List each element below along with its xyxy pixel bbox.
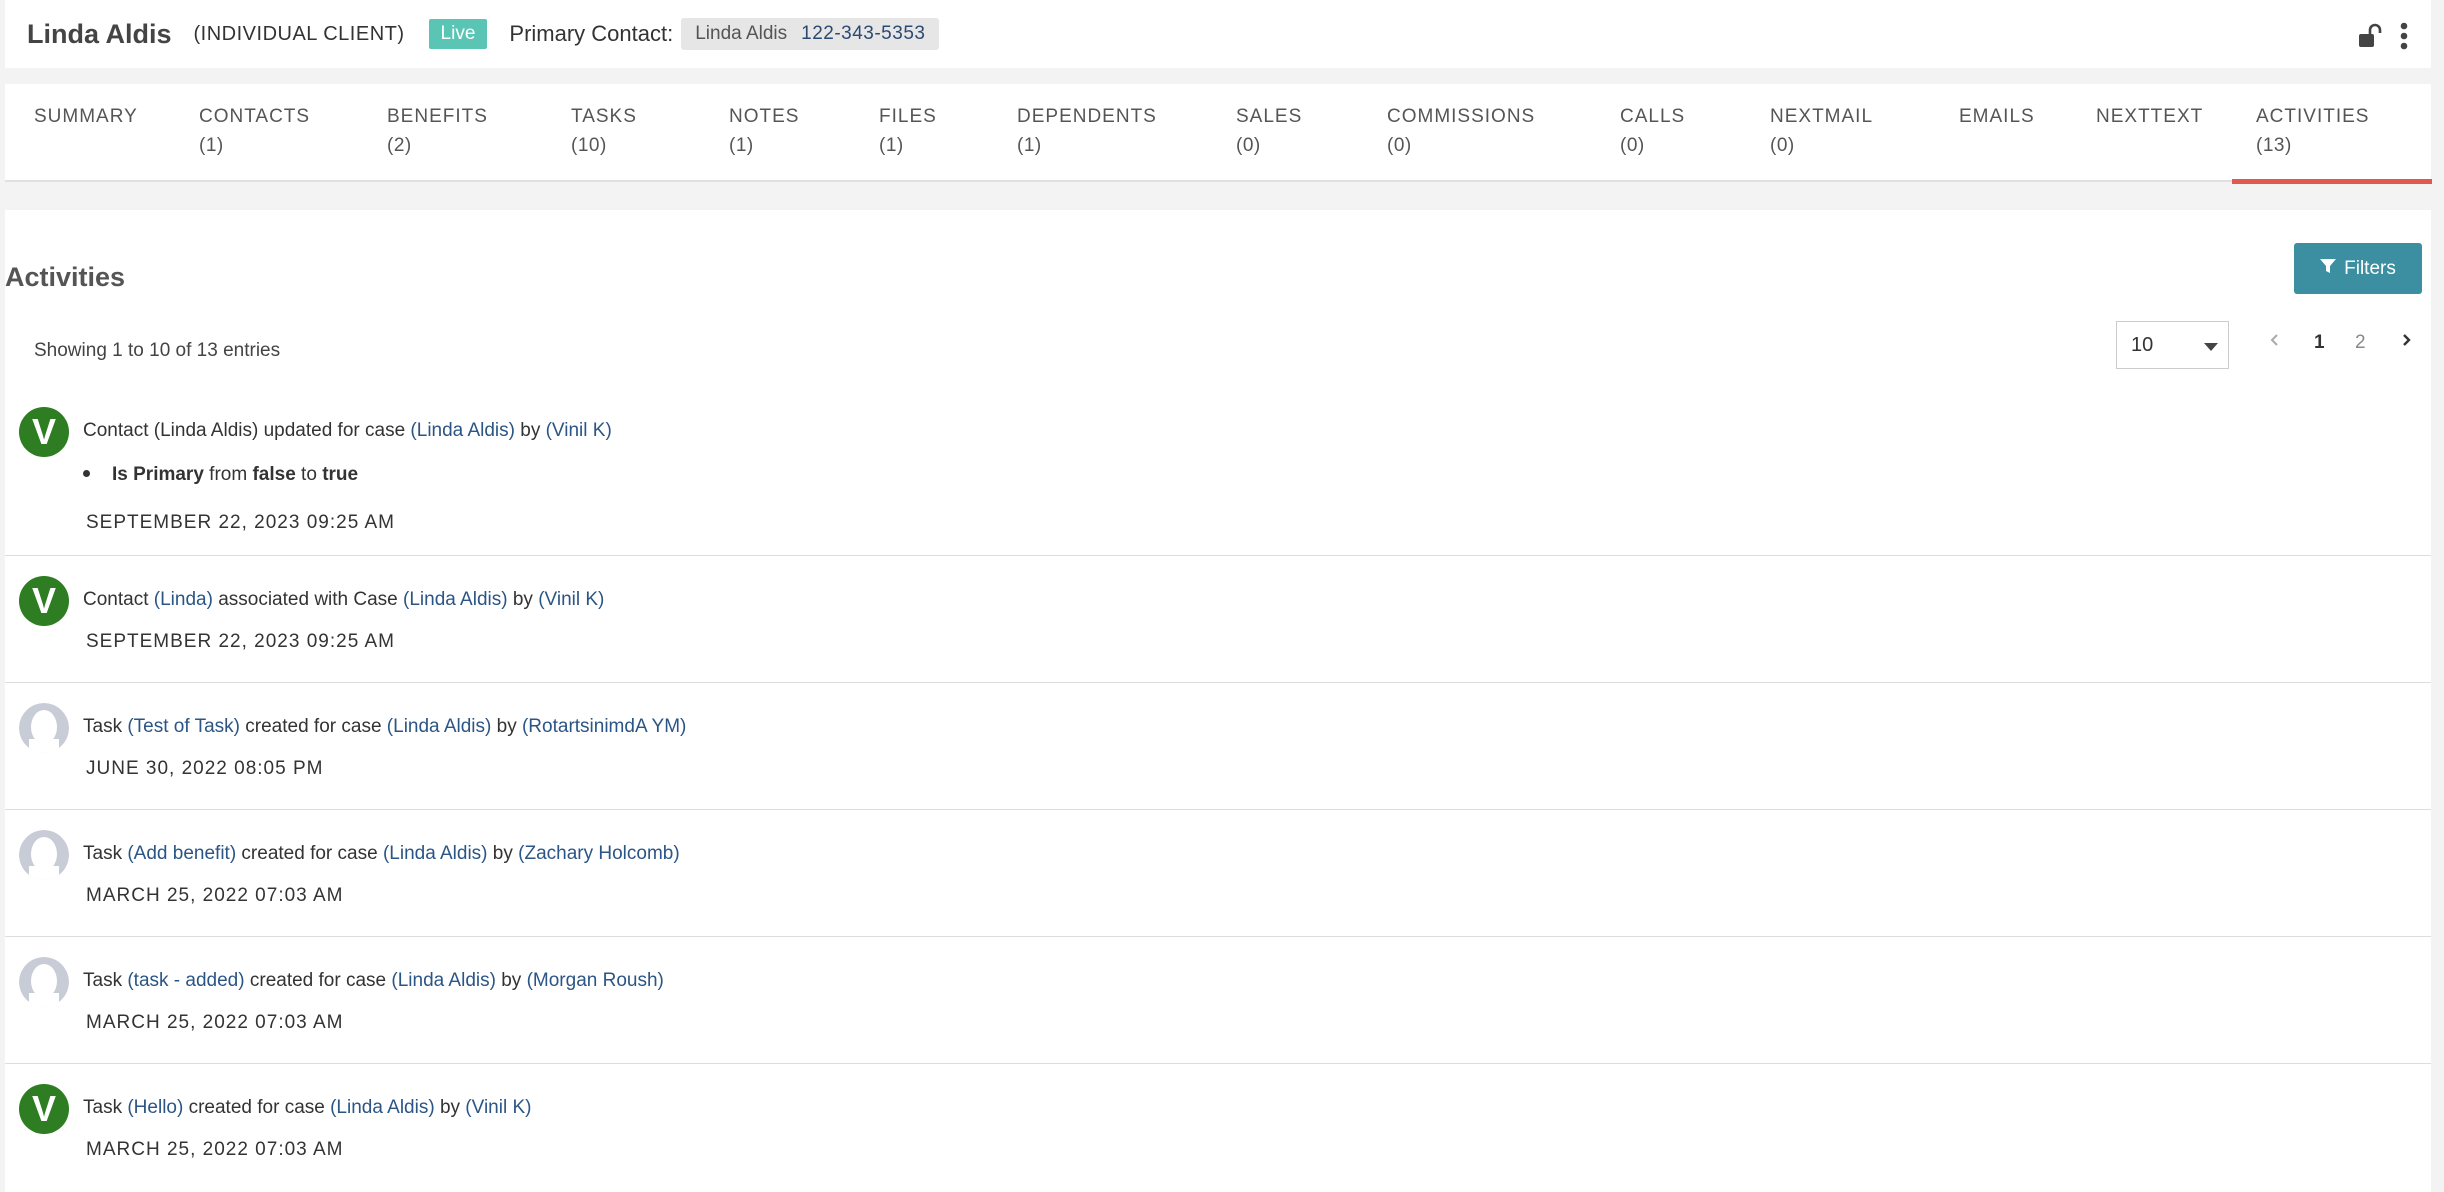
case-link[interactable]: (Linda Aldis) <box>410 420 515 441</box>
user-link[interactable]: (Vinil K) <box>546 420 612 441</box>
activity-date: MARCH 25, 2022 07:03 AM <box>86 1139 344 1160</box>
tab-bar: SUMMARY CONTACTS (1) BENEFITS (2) TASKS (10… <box>5 84 2432 184</box>
status-badge: Live <box>428 19 488 49</box>
filter-icon <box>2320 258 2337 280</box>
case-link[interactable]: (Linda Aldis) <box>403 589 508 610</box>
tab-benefits[interactable]: BENEFITS (2) <box>387 102 488 160</box>
case-link[interactable]: (Linda Aldis) <box>387 716 492 737</box>
tab-notes[interactable]: NOTES (1) <box>729 102 799 160</box>
more-vertical-icon[interactable] <box>2399 22 2409 55</box>
primary-contact-chip[interactable]: Linda Aldis 122-343-5353 <box>681 18 940 50</box>
tab-tasks[interactable]: TASKS (10) <box>571 102 637 160</box>
activity-date: JUNE 30, 2022 08:05 PM <box>86 758 324 779</box>
primary-contact-label: Primary Contact: <box>509 21 674 46</box>
user-placeholder-icon <box>19 957 69 1007</box>
tab-nextmail[interactable]: NEXTMAIL (0) <box>1770 102 1873 160</box>
activities-panel: Activities Filters Showing 1 to 10 of 13… <box>5 210 2431 1192</box>
filters-button[interactable]: Filters <box>2294 243 2422 294</box>
task-link[interactable]: (Add benefit) <box>127 843 236 864</box>
user-avatar: V <box>19 407 69 457</box>
client-header: Linda Aldis (INDIVIDUAL CLIENT) Live Pri… <box>5 0 2431 68</box>
activity-date: MARCH 25, 2022 07:03 AM <box>86 1012 344 1033</box>
user-avatar: V <box>19 1084 69 1134</box>
tab-summary[interactable]: SUMMARY <box>34 102 138 131</box>
task-link[interactable]: (Test of Task) <box>127 716 240 737</box>
activity-item: Task (Add benefit) created for case (Lin… <box>5 810 2431 937</box>
activity-item: Task (task - added) created for case (Li… <box>5 937 2431 1064</box>
tab-files[interactable]: FILES (1) <box>879 102 937 160</box>
case-link[interactable]: (Linda Aldis) <box>383 843 488 864</box>
primary-contact-phone[interactable]: 122-343-5353 <box>801 23 925 45</box>
activity-date: SEPTEMBER 22, 2023 09:25 AM <box>86 512 395 533</box>
activity-item: Task (Test of Task) created for case (Li… <box>5 683 2431 810</box>
client-type: (INDIVIDUAL CLIENT) <box>193 22 405 45</box>
activity-text: Task (Add benefit) created for case (Lin… <box>83 843 680 864</box>
filters-label: Filters <box>2344 257 2396 279</box>
tab-dependents[interactable]: DEPENDENTS (1) <box>1017 102 1157 160</box>
user-link[interactable]: (Morgan Roush) <box>527 970 664 991</box>
tab-commissions[interactable]: COMMISSIONS (0) <box>1387 102 1535 160</box>
active-tab-indicator <box>2232 179 2432 184</box>
activity-text: Contact (Linda) associated with Case (Li… <box>83 589 605 610</box>
case-link[interactable]: (Linda Aldis) <box>391 970 496 991</box>
page-size-select[interactable]: 10 <box>2116 321 2229 369</box>
activity-text: Task (task - added) created for case (Li… <box>83 970 664 991</box>
tab-nexttext[interactable]: NEXTTEXT <box>2096 102 2203 131</box>
activity-text: Task (Hello) created for case (Linda Ald… <box>83 1097 532 1118</box>
page-size-value: 10 <box>2131 334 2154 356</box>
entries-summary: Showing 1 to 10 of 13 entries <box>34 340 281 361</box>
unlock-icon[interactable] <box>2357 23 2383 54</box>
chevron-left-icon[interactable] <box>2269 332 2281 354</box>
user-link[interactable]: (Vinil K) <box>465 1097 531 1118</box>
tab-sales[interactable]: SALES (0) <box>1236 102 1302 160</box>
client-name: Linda Aldis <box>27 18 172 49</box>
caret-down-icon <box>2204 343 2218 351</box>
user-placeholder-icon <box>19 830 69 880</box>
activity-text: Task (Test of Task) created for case (Li… <box>83 716 687 737</box>
tab-calls[interactable]: CALLS (0) <box>1620 102 1685 160</box>
activity-text: Contact (Linda Aldis) updated for case (… <box>83 420 612 441</box>
task-link[interactable]: (Hello) <box>127 1097 183 1118</box>
chevron-right-icon[interactable] <box>2400 332 2412 354</box>
page-title: Activities <box>5 262 126 292</box>
user-link[interactable]: (Zachary Holcomb) <box>518 843 680 864</box>
activity-item: V Task (Hello) created for case (Linda A… <box>5 1064 2431 1192</box>
tab-activities[interactable]: ACTIVITIES (13) <box>2256 102 2369 160</box>
activity-item: V Contact (Linda) associated with Case (… <box>5 556 2431 683</box>
contact-link[interactable]: (Linda) <box>154 589 213 610</box>
page-1-link[interactable]: 1 <box>2314 332 2325 354</box>
activity-date: SEPTEMBER 22, 2023 09:25 AM <box>86 631 395 652</box>
user-link[interactable]: (RotartsinimdA YM) <box>522 716 686 737</box>
user-placeholder-icon <box>19 703 69 753</box>
primary-contact-name: Linda Aldis <box>695 23 788 44</box>
user-link[interactable]: (Vinil K) <box>538 589 604 610</box>
change-detail: Is Primary from false to true <box>83 464 358 486</box>
tab-emails[interactable]: EMAILS <box>1959 102 2035 131</box>
page-2-link[interactable]: 2 <box>2355 332 2366 354</box>
activity-date: MARCH 25, 2022 07:03 AM <box>86 885 344 906</box>
activity-item: V Contact (Linda Aldis) updated for case… <box>5 385 2431 556</box>
task-link[interactable]: (task - added) <box>127 970 244 991</box>
user-avatar: V <box>19 576 69 626</box>
case-link[interactable]: (Linda Aldis) <box>330 1097 435 1118</box>
tab-contacts[interactable]: CONTACTS (1) <box>199 102 310 160</box>
